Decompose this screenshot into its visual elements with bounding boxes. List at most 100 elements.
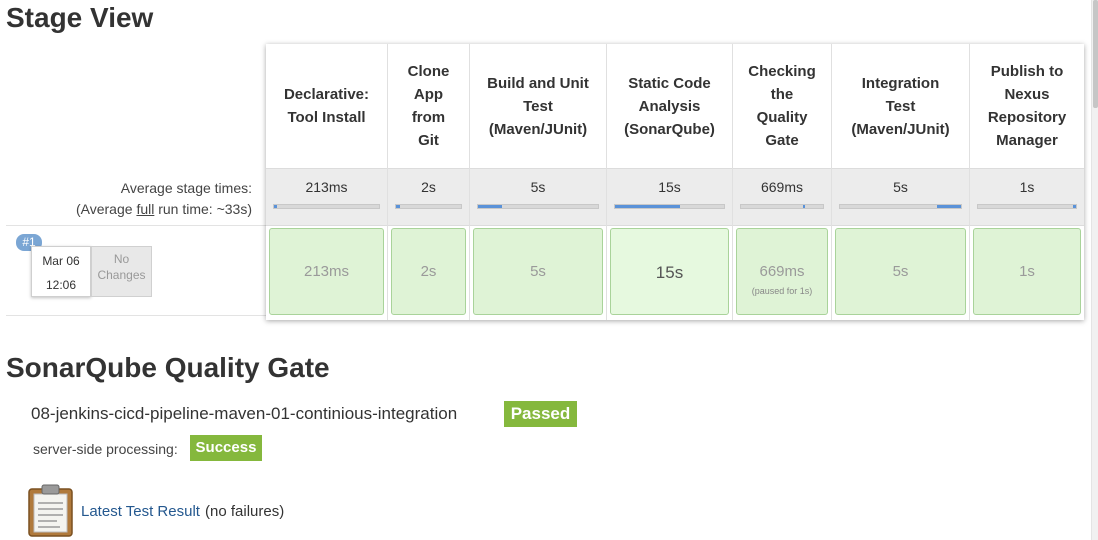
stage-avg-bar-fill <box>803 205 806 208</box>
stage-avg-bar <box>740 204 824 209</box>
build-date-box[interactable]: Mar 06 12:06 <box>31 246 91 297</box>
stage-run-time: 1s <box>1019 263 1035 280</box>
stage-avg-bar-fill <box>274 205 278 208</box>
avg-full-suffix: run time: ~33s) <box>154 201 252 217</box>
stage-avg-time: 2s <box>421 179 436 195</box>
stage-header-line: the <box>770 86 794 103</box>
stage-avg-bar-fill <box>615 205 681 208</box>
stage-header-line: Test <box>523 97 553 115</box>
vertical-scrollbar[interactable] <box>1091 0 1098 540</box>
stage-header-line: Static Code <box>628 74 711 92</box>
stage-avg-time: 5s <box>530 179 546 195</box>
stage-avg-bar-fill <box>936 205 961 208</box>
stage-header-line: Declarative: <box>283 86 370 103</box>
stage-run-cell[interactable]: 15s <box>610 228 729 315</box>
stage-header: Build and Unit Test (Maven/JUnit) <box>470 44 606 168</box>
stage-header-line: Repository <box>987 109 1067 126</box>
stage-run-cell[interactable]: 2s <box>391 228 466 315</box>
stage-header-line: (Maven/JUnit) <box>851 120 950 138</box>
test-result-note: (no failures) <box>205 503 285 520</box>
stage-column: Clone App from Git 2s 2s <box>387 44 469 320</box>
stage-header-line: Quality <box>756 109 808 126</box>
stage-header-line: (Maven/JUnit) <box>488 120 588 138</box>
full-run-link[interactable]: full <box>136 201 154 217</box>
build-date: Mar 06 <box>42 254 80 268</box>
stage-header-line: Gate <box>765 132 799 149</box>
stage-avg-time: 15s <box>658 179 681 195</box>
stage-header-line: Manager <box>996 132 1058 149</box>
stage-avg: 1s <box>970 168 1084 226</box>
paused-note: (paused for 1s) <box>751 286 813 296</box>
stage-run-cell[interactable]: 669ms (paused for 1s) <box>736 228 828 315</box>
stage-header: Checking the Quality Gate <box>733 44 831 168</box>
no-changes-box[interactable]: No Changes <box>91 246 152 297</box>
stage-run-time: 5s <box>892 263 909 280</box>
stage-avg-bar <box>977 204 1077 209</box>
avg-label-text: Average stage times: <box>120 180 252 196</box>
stage-run-cell[interactable]: 1s <box>973 228 1081 315</box>
stage-avg-bar <box>839 204 962 209</box>
stage-header-line: Nexus <box>1004 86 1050 103</box>
stage-avg-bar-fill <box>396 205 400 208</box>
clipboard-icon <box>28 484 73 537</box>
processing-status-badge: Success <box>190 435 262 461</box>
stage-avg: 213ms <box>266 168 387 226</box>
stage-column: Checking the Quality Gate 669ms 669ms (pause… <box>732 44 831 320</box>
stage-run-time: 669ms <box>759 263 805 280</box>
stage-header-line: from <box>411 109 446 126</box>
stage-column: Build and Unit Test (Maven/JUnit) 5s 5s <box>469 44 606 320</box>
stage-avg: 669ms <box>733 168 831 226</box>
latest-test-result-link[interactable]: Latest Test Result <box>81 503 200 520</box>
stage-run-cell[interactable]: 5s <box>473 228 603 315</box>
stage-run-time: 2s <box>420 263 437 280</box>
stage-avg: 15s <box>607 168 732 226</box>
stage-avg-bar <box>273 204 380 209</box>
avg-full-run-text: (Average full run time: ~33s) <box>76 199 252 220</box>
stage-header-line: Analysis <box>638 97 701 115</box>
stage-avg: 5s <box>470 168 606 226</box>
stage-avg-bar-fill <box>478 205 502 208</box>
avg-full-prefix: (Average <box>75 201 137 217</box>
stage-run-time: 15s <box>655 263 684 282</box>
stage-column: Static Code Analysis (SonarQube) 15s 15s <box>606 44 732 320</box>
stage-run-time: 213ms <box>303 263 350 280</box>
quality-gate-status-badge: Passed <box>504 401 577 427</box>
stage-avg-time: 5s <box>893 179 908 195</box>
stage-header: Publish to Nexus Repository Manager <box>970 44 1084 168</box>
sonar-project-name: 08-jenkins-cicd-pipeline-maven-01-contin… <box>31 404 458 423</box>
stage-avg-time: 1s <box>1019 179 1035 195</box>
average-stage-times-label: Average stage times: (Average full run t… <box>76 178 252 220</box>
scrollbar-thumb[interactable] <box>1093 0 1098 108</box>
stage-avg-bar <box>395 204 462 209</box>
stage-column: Integration Test (Maven/JUnit) 5s 5s <box>831 44 969 320</box>
stage-avg-bar <box>477 204 599 209</box>
stage-avg-bar-fill <box>1073 205 1076 208</box>
build-time: 12:06 <box>45 278 77 292</box>
stage-avg-bar <box>614 204 725 209</box>
stage-header-line: Git <box>418 132 439 149</box>
stage-run-time: 5s <box>530 263 546 280</box>
stage-header-line: Build and Unit <box>487 74 589 92</box>
stage-header: Static Code Analysis (SonarQube) <box>607 44 732 168</box>
stage-avg: 5s <box>832 168 969 226</box>
stage-header-line: (SonarQube) <box>624 120 715 138</box>
stage-run-cell[interactable]: 213ms <box>269 228 384 315</box>
stage-run-cell[interactable]: 5s <box>835 228 966 315</box>
stage-header-line: Publish to <box>990 63 1064 80</box>
stage-header-line: Tool Install <box>287 109 366 126</box>
stage-column: Publish to Nexus Repository Manager 1s 1s <box>969 44 1084 320</box>
stage-header-line: Integration <box>861 74 940 92</box>
stage-view-title: Stage View <box>6 2 154 33</box>
stage-header-line: Checking <box>748 63 816 80</box>
stage-header: Integration Test (Maven/JUnit) <box>832 44 969 168</box>
stage-header: Declarative: Tool Install <box>266 44 387 168</box>
stage-avg: 2s <box>388 168 469 226</box>
stage-header-line: Test <box>885 97 916 115</box>
stage-header-line: App <box>413 86 444 103</box>
stage-column: Declarative: Tool Install 213ms 213ms <box>266 44 387 320</box>
stage-header: Clone App from Git <box>388 44 469 168</box>
sonarqube-quality-gate-title: SonarQube Quality Gate <box>6 352 330 383</box>
stage-header-line: Clone <box>407 63 450 80</box>
server-side-processing-label: server-side processing: <box>33 441 178 457</box>
stage-avg-time: 213ms <box>305 179 348 195</box>
